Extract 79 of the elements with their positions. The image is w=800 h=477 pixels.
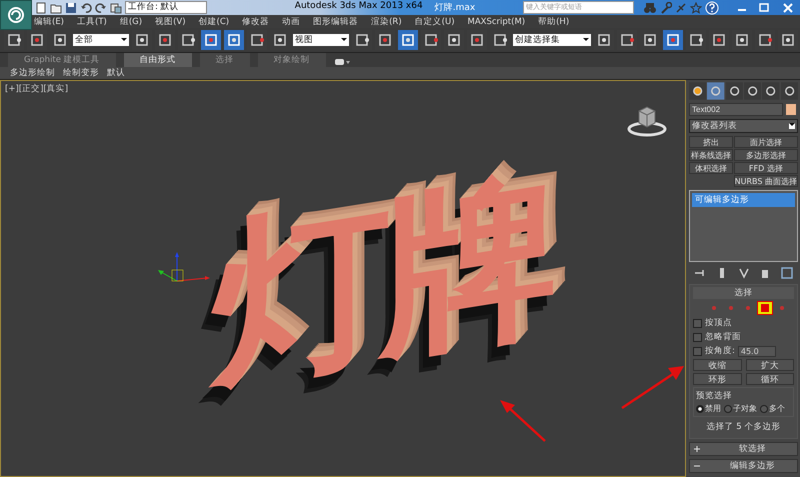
rollout-button[interactable]: 循环 — [746, 373, 794, 385]
menu-item[interactable]: 创建(C) — [198, 16, 230, 28]
angle-spinner[interactable]: 45.0 — [738, 346, 776, 356]
panel-tab-icon[interactable] — [707, 82, 725, 100]
menu-item[interactable]: 渲染(R) — [371, 16, 402, 28]
project-icon[interactable] — [110, 2, 122, 14]
radio-label: 禁用 — [705, 403, 721, 414]
menu-item[interactable]: 工具(T) — [77, 16, 107, 28]
radio-button[interactable] — [760, 404, 768, 412]
toolbar-dropdown[interactable]: 全部 — [73, 34, 129, 46]
group-title: 预览选择 — [696, 390, 733, 402]
radio-label: 多个 — [769, 403, 785, 414]
modifier-button[interactable]: 多边形选择 — [734, 149, 798, 161]
star-icon[interactable] — [690, 2, 702, 14]
modifier-button[interactable]: 样条线选择 — [689, 149, 733, 161]
menu-item[interactable]: 图形编辑器 — [313, 16, 358, 28]
checkbox[interactable] — [693, 332, 702, 342]
menu-item[interactable]: 修改器 — [242, 16, 270, 28]
save-icon[interactable] — [65, 2, 77, 14]
toolbar-tool-icon[interactable] — [201, 30, 221, 50]
ribbon-subtab[interactable]: 默认 — [107, 67, 125, 79]
new-file-icon[interactable] — [35, 2, 47, 14]
menu-item[interactable]: MAXScript(M) — [468, 16, 526, 26]
toolbar-dropdown[interactable]: 视图 — [293, 34, 349, 46]
annotation-arrow — [498, 399, 548, 443]
annotation-arrow — [620, 364, 686, 410]
subobject-level-icon[interactable] — [757, 301, 773, 315]
rollout-button[interactable]: 扩大 — [746, 359, 794, 371]
menu-item[interactable]: 视图(V) — [155, 16, 186, 28]
viewport-label[interactable]: [+][正交][真实] — [5, 83, 68, 95]
file-name: 灯牌.max — [434, 2, 476, 14]
panel-tab-icon[interactable] — [689, 82, 706, 100]
checkbox[interactable] — [693, 346, 702, 356]
modifier-button[interactable]: 体积选择 — [689, 162, 733, 174]
app-title: Autodesk 3ds Max 2013 x64 — [294, 1, 423, 13]
checkbox-label: 按顶点 — [705, 317, 732, 329]
stack-item[interactable]: 可编辑多边形 — [692, 193, 795, 207]
ribbon-options-icon[interactable] — [334, 57, 350, 67]
toolbar-tool-icon[interactable] — [224, 30, 244, 50]
checkbox-label: 按角度: — [705, 345, 735, 357]
selection-status: 选择了 5 个多边形 — [706, 421, 782, 434]
modifier-button[interactable]: FFD 选择 — [734, 162, 798, 174]
rollout-button[interactable]: 收缩 — [693, 359, 742, 371]
modifier-button[interactable]: NURBS 曲面选择 — [734, 175, 798, 187]
collapse-icon[interactable] — [694, 463, 700, 469]
workspace-dropdown[interactable]: 工作台: 默认 — [125, 1, 207, 14]
toolbar-tool-icon[interactable] — [398, 30, 418, 50]
object-color-swatch[interactable] — [786, 104, 796, 115]
object-name-field[interactable]: Text002 — [689, 103, 783, 116]
menu-item[interactable]: 自定义(U) — [414, 16, 455, 28]
modifier-button[interactable]: 挤出 — [689, 136, 733, 148]
checkbox-label: 忽略背面 — [705, 331, 741, 343]
radio-label: 子对象 — [733, 403, 757, 414]
ribbon-tab[interactable]: 自由形式 — [124, 53, 192, 67]
menu-item[interactable]: 组(G) — [120, 16, 142, 28]
panel-tab-icon[interactable] — [762, 82, 780, 100]
ribbon-subtab[interactable]: 多边形绘制 — [10, 67, 55, 79]
toolbar-dropdown[interactable]: 创建选择集 — [513, 34, 591, 46]
menu-item[interactable]: 动画 — [282, 16, 300, 28]
modifier-button[interactable]: 面片选择 — [734, 136, 798, 148]
checkbox[interactable] — [693, 318, 702, 328]
help-icon[interactable] — [705, 0, 719, 14]
ribbon-subtab[interactable]: 绘制变形 — [63, 67, 99, 79]
panel-tab-icon[interactable] — [726, 82, 743, 100]
modifier-list-dropdown[interactable]: 修改器列表 — [689, 119, 798, 133]
rollout-button[interactable]: 环形 — [693, 373, 742, 385]
radio-button[interactable] — [696, 404, 704, 412]
app-logo-icon[interactable] — [0, 0, 32, 30]
menu-item[interactable]: 帮助(H) — [538, 16, 570, 28]
undo-icon[interactable] — [80, 2, 92, 14]
radio-button[interactable] — [724, 404, 732, 412]
toolbar-tool-icon[interactable] — [663, 30, 683, 50]
menu-item[interactable]: 编辑(E) — [34, 16, 64, 28]
rollout-header[interactable]: 选择 — [693, 287, 794, 299]
panel-tab-icon[interactable] — [744, 82, 762, 100]
panel-tab-icon[interactable] — [780, 82, 798, 100]
binoculars-icon[interactable] — [643, 2, 657, 14]
expand-icon[interactable] — [694, 446, 700, 452]
redo-icon[interactable] — [95, 2, 107, 14]
